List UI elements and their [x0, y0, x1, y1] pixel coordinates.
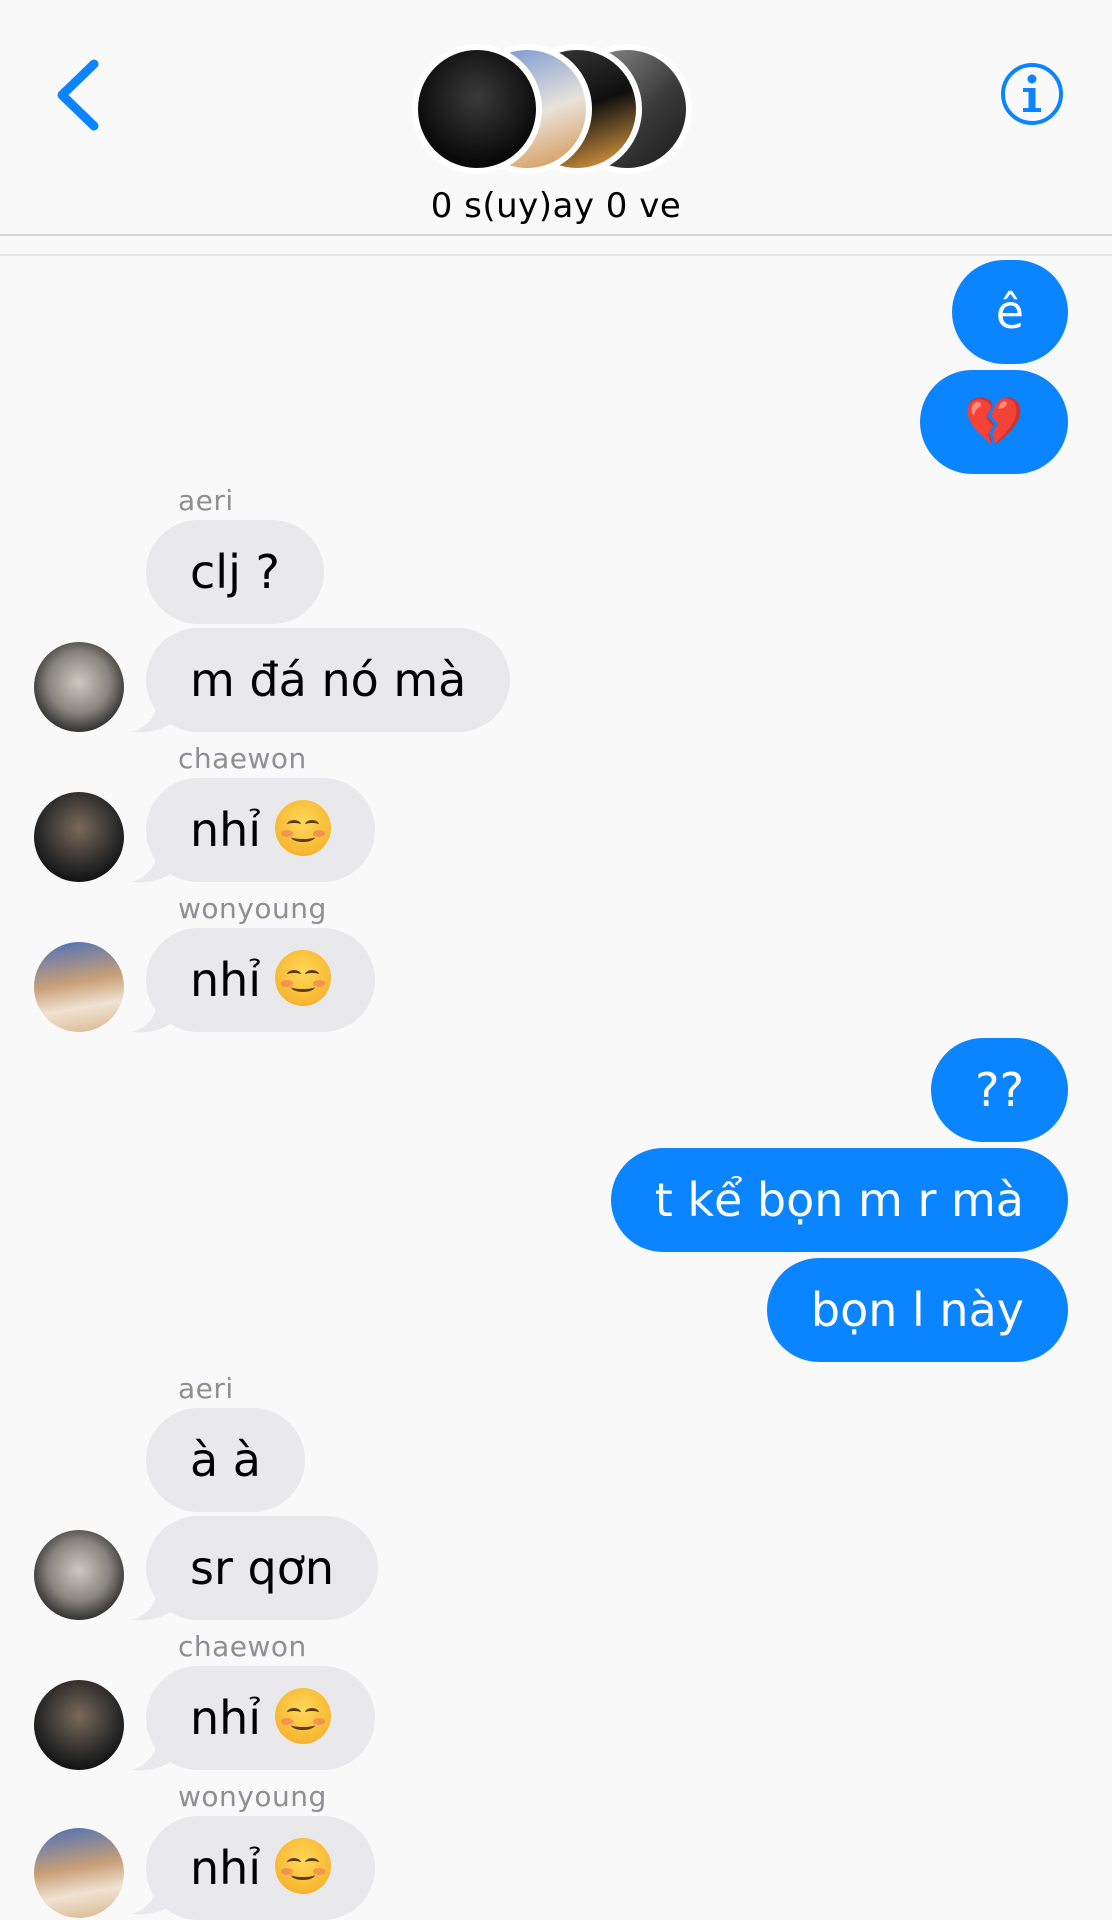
- avatar[interactable]: [34, 642, 124, 732]
- sender-label: wonyoung: [178, 892, 327, 925]
- outgoing-message[interactable]: 💔: [920, 370, 1068, 474]
- incoming-message[interactable]: à à: [146, 1408, 305, 1512]
- message-text: nhỉ: [190, 953, 262, 1007]
- avatar[interactable]: [34, 1680, 124, 1770]
- incoming-message[interactable]: sr qơn: [146, 1516, 378, 1620]
- sender-label: wonyoung: [178, 1780, 327, 1813]
- outgoing-message[interactable]: t kể bọn m r mà: [610, 1148, 1068, 1252]
- sender-label: chaewon: [178, 1630, 307, 1663]
- smiling-face-emoji: [275, 950, 332, 1006]
- incoming-message[interactable]: nhỉ: [146, 1816, 376, 1920]
- incoming-message[interactable]: nhỉ: [146, 928, 376, 1032]
- smiling-face-emoji: [275, 1838, 332, 1894]
- avatar[interactable]: [34, 1828, 124, 1918]
- bubble-tail: [132, 994, 176, 1033]
- message-text: nhỉ: [190, 1691, 262, 1745]
- bubble-tail: [132, 694, 176, 733]
- incoming-message[interactable]: clj ?: [146, 520, 324, 624]
- group-avatar-stack[interactable]: [412, 44, 712, 174]
- member-avatar: [412, 44, 542, 174]
- smiling-face-emoji: [275, 800, 332, 856]
- sender-label: chaewon: [178, 742, 307, 775]
- info-button[interactable]: [1000, 62, 1064, 126]
- incoming-message[interactable]: nhỉ: [146, 1666, 376, 1770]
- incoming-message[interactable]: m đá nó mà: [146, 628, 511, 732]
- outgoing-message[interactable]: ??: [931, 1038, 1068, 1142]
- smiling-face-emoji: [275, 1688, 332, 1744]
- bubble-tail: [132, 1876, 176, 1915]
- avatar[interactable]: [34, 792, 124, 882]
- message-text: nhỉ: [190, 1841, 262, 1895]
- sender-label: aeri: [178, 1372, 234, 1405]
- bubble-tail: [132, 844, 176, 883]
- avatar[interactable]: [34, 1530, 124, 1620]
- outgoing-message[interactable]: bọn l này: [766, 1258, 1068, 1362]
- bubble-tail: [132, 1732, 176, 1771]
- chevron-left-icon: [57, 59, 99, 131]
- incoming-message[interactable]: nhỉ: [146, 778, 376, 882]
- bubble-tail: [132, 1582, 176, 1621]
- info-icon: [1001, 63, 1063, 125]
- message-text: nhỉ: [190, 803, 262, 857]
- conversation-header: 0 s(uy)ay 0 ve: [0, 0, 1112, 236]
- sender-label: aeri: [178, 484, 234, 517]
- outgoing-message[interactable]: ê: [951, 260, 1068, 364]
- back-button[interactable]: [52, 58, 112, 132]
- group-name[interactable]: 0 s(uy)ay 0 ve: [0, 186, 1112, 226]
- divider: [0, 254, 1112, 256]
- avatar[interactable]: [34, 942, 124, 1032]
